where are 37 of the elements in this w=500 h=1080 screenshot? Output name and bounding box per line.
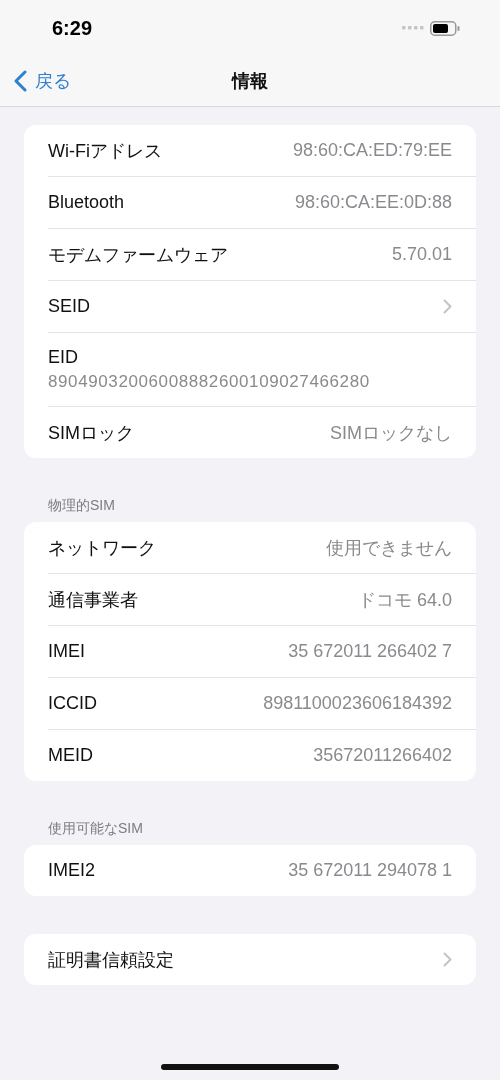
status-time: 6:29: [52, 16, 93, 40]
row-value: 98:60:CA:ED:79:EE: [292, 140, 452, 161]
back-chevron-icon: [14, 70, 27, 92]
row-label: 証明書信頼設定: [48, 948, 174, 972]
row-label: 通信事業者: [48, 588, 138, 612]
row-label: SEID: [48, 296, 90, 317]
row-label: ICCID: [48, 693, 97, 714]
row-value: ドコモ 64.0: [357, 588, 452, 612]
row-label: モデムファームウェア: [48, 243, 228, 267]
row-value: 5.70.01: [391, 244, 452, 265]
row-value: 89049032006008882600109027466280: [48, 372, 370, 392]
row-label: Wi-Fiアドレス: [48, 139, 162, 163]
chevron-icon: [443, 299, 452, 314]
row-label: IMEI: [48, 641, 85, 662]
list-row[interactable]: 証明書信頼設定: [48, 934, 476, 985]
row-value: 8981100023606184392: [263, 693, 452, 714]
chevron-icon: [443, 952, 452, 967]
row-value: 35 672011 294078 1: [288, 860, 452, 881]
row-value: 35 672011 266402 7: [288, 641, 452, 662]
row-label: EID: [48, 347, 78, 368]
back-button[interactable]: 戻る: [14, 69, 71, 93]
row-value: SIMロックなし: [330, 421, 452, 445]
section-header: 使用可能なSIM: [47, 819, 144, 838]
row-value: 35672011266402: [313, 745, 452, 766]
row-value: 使用できません: [326, 536, 452, 560]
row-value: 98:60:CA:EE:0D:88: [294, 192, 452, 213]
row-label: MEID: [48, 745, 93, 766]
row-label: Bluetooth: [48, 192, 125, 213]
section-header: 物理的SIM: [47, 496, 116, 515]
battery-icon: [430, 20, 460, 36]
page-title: 情報: [232, 70, 268, 93]
back-label: 戻る: [35, 70, 71, 93]
signal-icon: [402, 26, 424, 30]
row-label: ネットワーク: [48, 536, 156, 560]
list-row[interactable]: SEID: [48, 281, 476, 333]
row-label: SIMロック: [48, 421, 134, 445]
row-label: IMEI2: [48, 860, 95, 881]
